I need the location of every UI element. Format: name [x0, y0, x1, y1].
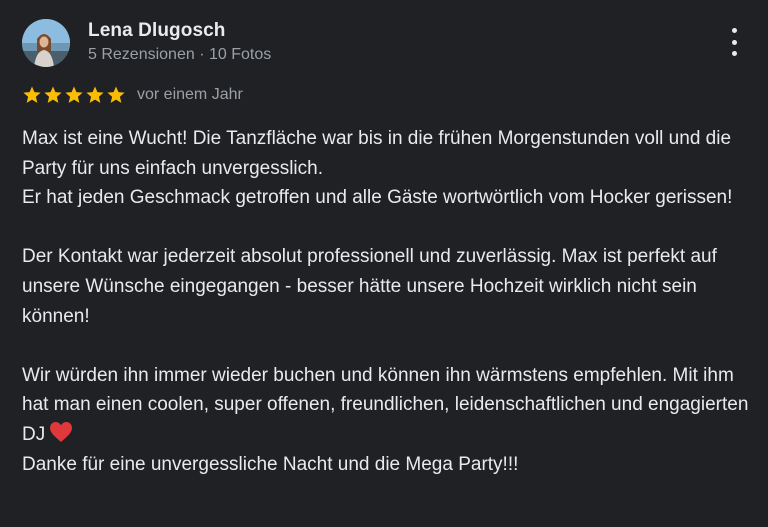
review-card: Lena Dlugosch 5 Rezensionen · 10 Fotos v… [0, 0, 768, 527]
review-paragraph: Max ist eine Wucht! Die Tanzfläche war b… [22, 128, 732, 179]
star-icon [86, 86, 104, 103]
review-text: Max ist eine Wucht! Die Tanzfläche war b… [22, 124, 752, 479]
author-name[interactable]: Lena Dlugosch [88, 20, 225, 42]
author-meta[interactable]: 5 Rezensionen · 10 Fotos [88, 46, 271, 64]
red-heart-icon [50, 421, 73, 442]
review-paragraph-text: Wir würden ihn immer wieder buchen und k… [22, 364, 749, 445]
review-paragraph: Danke für eine unvergessliche Nacht und … [22, 453, 519, 475]
review-paragraph: Er hat jeden Geschmack getroffen und all… [22, 187, 733, 209]
star-icon [65, 86, 83, 103]
review-date: vor einem Jahr [137, 86, 243, 103]
more-vert-icon [731, 28, 737, 33]
star-rating [22, 85, 126, 105]
more-options-button[interactable] [722, 28, 746, 56]
review-paragraph: Der Kontakt war jederzeit absolut profes… [22, 246, 717, 327]
star-icon [107, 86, 125, 103]
rating-row: vor einem Jahr [22, 84, 243, 106]
author-avatar[interactable] [22, 19, 70, 67]
star-icon [23, 86, 41, 103]
star-icon [44, 86, 62, 103]
review-paragraph: Wir würden ihn immer wieder buchen und k… [22, 361, 752, 450]
profile-photo-icon [22, 19, 70, 67]
